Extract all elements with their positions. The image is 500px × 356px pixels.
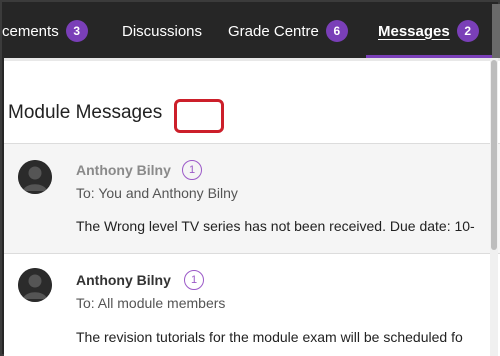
app-frame: cements 3 Discussions Grade Centre 6 Mes… [0, 0, 500, 356]
tab-messages[interactable]: Messages 2 [378, 4, 479, 58]
tab-badge: 6 [325, 20, 348, 42]
message-preview[interactable]: The revision tutorials for the module ex… [76, 329, 463, 345]
default-user-avatar-icon [18, 160, 52, 194]
message-sender[interactable]: Anthony Bilny [76, 162, 171, 178]
divider [4, 143, 500, 144]
message-count-badge: 1 [184, 270, 204, 290]
nav-scroll-edge [492, 4, 500, 58]
tab-label: Grade Centre [228, 22, 319, 40]
content-top-border [4, 58, 500, 61]
tab-announcements[interactable]: cements 3 [2, 4, 88, 58]
scrollbar-thumb[interactable] [491, 60, 497, 250]
main-content: Module Messages Anthony Bilny 1 To: You … [4, 58, 500, 356]
message-recipients: To: All module members [76, 295, 226, 311]
message-preview[interactable]: The Wrong level TV series has not been r… [76, 218, 475, 234]
tab-discussions[interactable]: Discussions [122, 4, 202, 58]
message-recipients: To: You and Anthony Bilny [76, 185, 238, 201]
default-user-avatar-icon [18, 268, 52, 302]
tab-label: cements [2, 22, 59, 40]
tab-badge: 3 [65, 20, 88, 42]
top-navigation: cements 3 Discussions Grade Centre 6 Mes… [2, 4, 500, 59]
annotation-highlight-box [174, 99, 224, 133]
message-count-badge: 1 [182, 160, 202, 180]
divider [4, 253, 500, 254]
page-title: Module Messages [8, 102, 163, 123]
tab-badge: 2 [456, 20, 479, 42]
tab-grade-centre[interactable]: Grade Centre 6 [228, 4, 348, 58]
tab-label: Messages [378, 22, 450, 40]
scrollbar[interactable] [490, 58, 498, 356]
tab-label: Discussions [122, 22, 203, 40]
message-sender[interactable]: Anthony Bilny [76, 272, 171, 288]
